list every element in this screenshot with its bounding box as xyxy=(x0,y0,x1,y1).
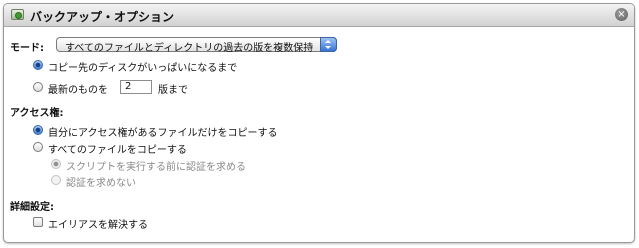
mode-select[interactable]: すべてのファイルとディレクトリの過去の版を複数保持 xyxy=(56,37,337,54)
radio-until-full-label[interactable]: コピー先のディスクがいっぱいになるまで xyxy=(48,59,237,74)
version-count-suffix: 版まで xyxy=(158,85,188,96)
popup-arrows-icon xyxy=(320,37,337,52)
radio-auth-before-script-label[interactable]: スクリプトを実行する前に認証を求める xyxy=(66,158,246,173)
resolve-aliases-label[interactable]: エイリアスを解決する xyxy=(48,216,148,231)
radio-all-files[interactable] xyxy=(33,142,43,152)
radio-until-full[interactable] xyxy=(33,60,43,70)
radio-own-files[interactable] xyxy=(33,125,43,135)
mode-select-value: すべてのファイルとディレクトリの過去の版を複数保持 xyxy=(65,43,314,54)
panel-title: バックアップ・オプション xyxy=(30,10,175,24)
backup-options-panel: バックアップ・オプション × モード: すべてのファイルとディレクトリの過去の版… xyxy=(3,3,635,243)
radio-auth-before-script[interactable] xyxy=(51,159,61,169)
version-count-field[interactable]: 2 xyxy=(120,80,152,94)
access-label: アクセス権: xyxy=(10,108,64,119)
close-icon[interactable]: × xyxy=(615,8,628,21)
radio-own-files-label[interactable]: 自分にアクセス権があるファイルだけをコピーする xyxy=(48,124,278,139)
radio-all-files-label[interactable]: すべてのファイルをコピーする xyxy=(48,141,187,156)
radio-no-auth-label[interactable]: 認証を求めない xyxy=(66,174,136,189)
app-icon xyxy=(11,9,24,20)
panel-titlebar: バックアップ・オプション × xyxy=(4,4,634,27)
radio-keep-versions[interactable] xyxy=(33,82,43,92)
resolve-aliases-checkbox[interactable] xyxy=(33,217,43,227)
advanced-label: 詳細設定: xyxy=(10,202,54,213)
radio-keep-versions-label[interactable]: 最新のものを xyxy=(48,81,108,96)
radio-no-auth[interactable] xyxy=(51,175,61,185)
mode-label: モード: xyxy=(10,43,44,54)
